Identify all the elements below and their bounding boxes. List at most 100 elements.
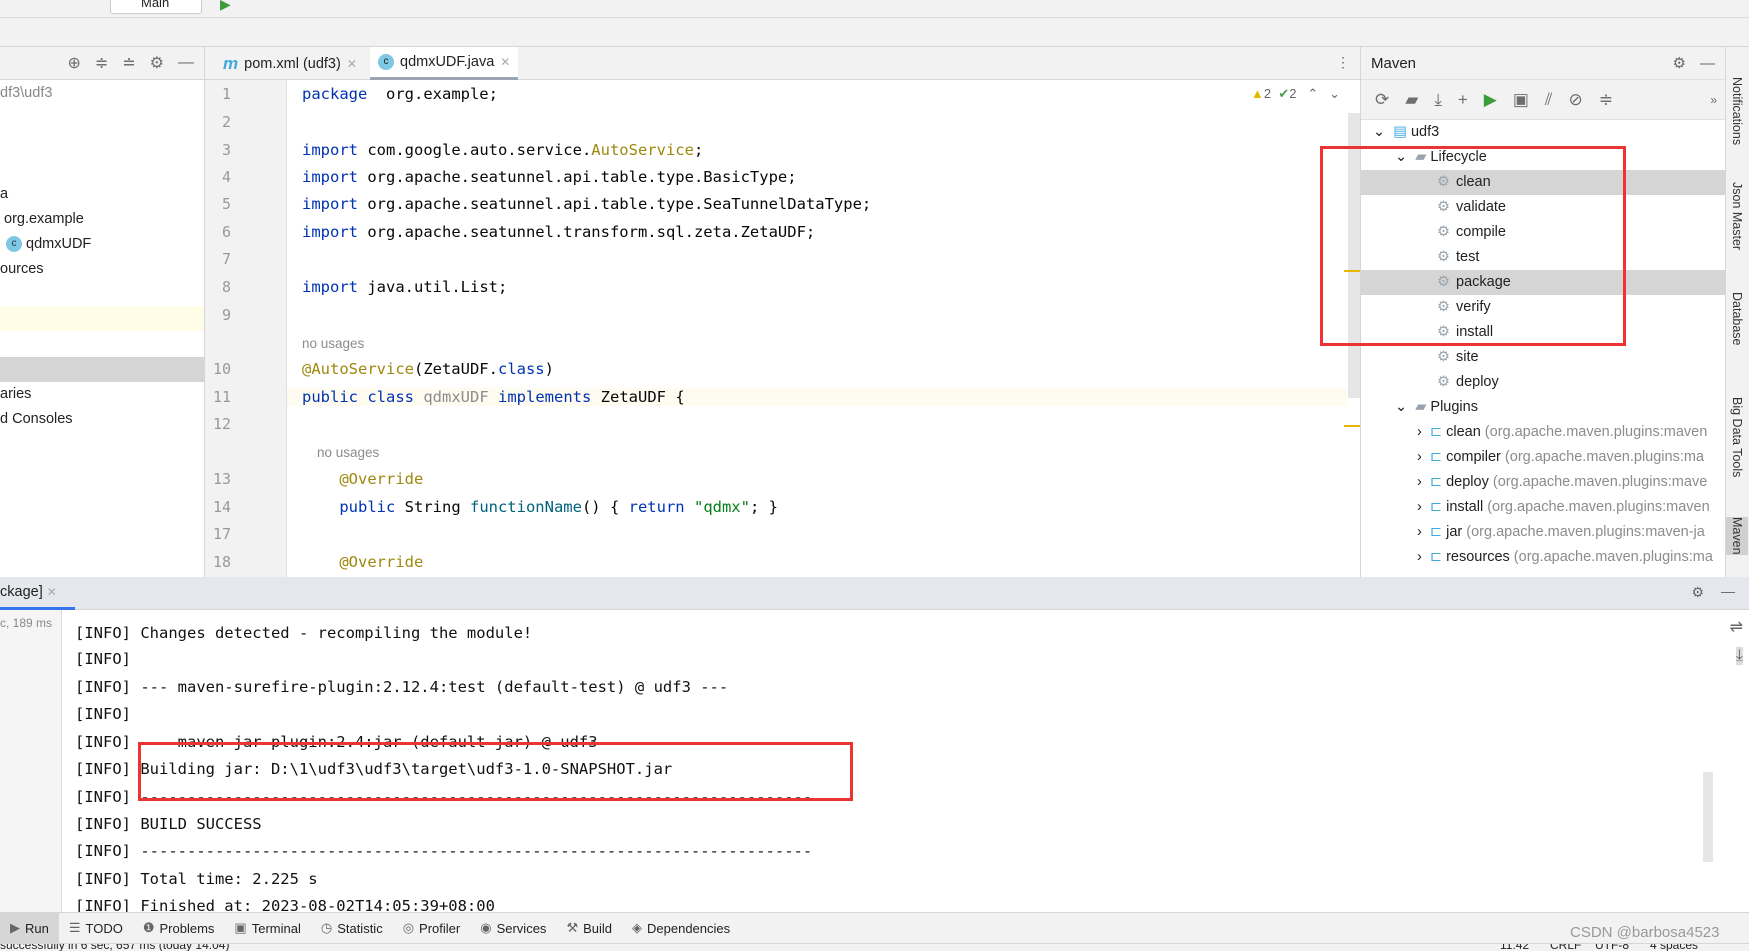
database-tool[interactable]: Database <box>1730 292 1744 346</box>
tree-item-consoles[interactable]: d Consoles <box>0 407 73 432</box>
inspection-widget[interactable]: ▲2 ✔2 ⌃ ⌄ <box>1251 86 1340 102</box>
tab-pom-xml[interactable]: m pom.xml (udf3) ✕ <box>215 47 365 80</box>
lifecycle-goal-site[interactable]: ⚙ site <box>1361 345 1726 370</box>
gear-icon[interactable]: ⚙ <box>1673 54 1686 72</box>
generate-sources-icon[interactable]: ▰ <box>1405 90 1418 110</box>
gear-icon[interactable]: ⚙ <box>1691 584 1704 601</box>
run-icon[interactable]: ▶ <box>1484 90 1497 110</box>
minimize-icon[interactable]: — <box>1700 55 1715 72</box>
ok-count: 2 <box>1289 86 1297 101</box>
warning-marker[interactable] <box>1344 425 1360 427</box>
tool-window-build[interactable]: ⚒ Build <box>556 913 622 944</box>
project-path: df3\udf3 <box>0 85 53 101</box>
notifications-tool[interactable]: Notifications <box>1730 77 1744 145</box>
line-number: 9 <box>221 306 231 324</box>
warning-count: 2 <box>1263 86 1272 101</box>
lifecycle-goal-deploy[interactable]: ⚙ deploy <box>1361 370 1726 395</box>
add-icon[interactable]: + <box>1458 90 1468 110</box>
minimize-icon[interactable]: — <box>1721 583 1735 599</box>
scroll-to-end-icon[interactable]: ⤓ <box>1735 647 1743 665</box>
plugin-deploy[interactable]: › ⊏ deploy (org.apache.maven.plugins:mav… <box>1361 470 1726 495</box>
tree-item-libraries[interactable]: aries <box>0 382 31 407</box>
tab-qdmxudf-java[interactable]: c qdmxUDF.java ✕ <box>370 47 519 80</box>
tool-window-problems[interactable]: ❶ Problems <box>133 913 225 944</box>
tool-window-run[interactable]: ▶ Run <box>0 912 59 944</box>
plugin-install[interactable]: › ⊏ install (org.apache.maven.plugins:ma… <box>1361 495 1726 520</box>
more-icon[interactable]: » <box>1710 93 1717 107</box>
plugin-coord: (org.apache.maven.plugins:maven <box>1487 499 1710 515</box>
tree-item-package[interactable]: org.example <box>4 207 84 232</box>
reload-icon[interactable]: ⟳ <box>1375 90 1389 110</box>
tree-row-selected[interactable] <box>0 357 204 382</box>
download-icon[interactable]: ⤓ <box>1434 90 1442 110</box>
plugin-resources[interactable]: › ⊏ resources (org.apache.maven.plugins:… <box>1361 545 1726 570</box>
chevron-right-icon[interactable]: › <box>1417 499 1422 515</box>
status-message: successfully in 6 sec, 657 ms (today 14:… <box>0 943 230 951</box>
class-icon: c <box>378 54 394 70</box>
collapse-all-icon[interactable]: ≐ <box>122 53 135 73</box>
line-separator[interactable]: CRLF <box>1550 944 1581 951</box>
chevron-down-icon[interactable]: ⌄ <box>1395 399 1407 415</box>
run-icon: ▶ <box>10 920 20 935</box>
locate-icon[interactable]: ⊕ <box>67 53 80 73</box>
run-tab[interactable]: ckage] ✕ <box>0 577 75 610</box>
line-number: 12 <box>212 415 231 433</box>
code-line: no usages <box>302 443 379 461</box>
right-tool-stripe: Notifications Json Master Database Big D… <box>1725 47 1749 577</box>
code-editor[interactable]: 1 2 3 4 5 6 7 8 9 10 11 12 13 14 17 18 package org.exam… <box>205 80 1360 577</box>
chevron-right-icon[interactable]: › <box>1417 424 1422 440</box>
tree-item[interactable]: ources <box>0 257 44 282</box>
tree-item-class[interactable]: c qdmxUDF <box>6 232 91 257</box>
expand-all-icon[interactable]: ≑ <box>95 53 108 73</box>
collapse-icon[interactable]: ≑ <box>1599 90 1613 110</box>
plugin-compiler[interactable]: › ⊏ compiler (org.apache.maven.plugins:m… <box>1361 445 1726 470</box>
chevron-right-icon[interactable]: › <box>1417 524 1422 540</box>
run-tab-label: ckage] <box>0 584 43 600</box>
code-line: public class qdmxUDF implements ZetaUDF … <box>287 388 1347 406</box>
maven-project[interactable]: ⌄ ▤ udf3 <box>1361 120 1726 145</box>
run-config-icon[interactable]: ▣ <box>1513 90 1529 110</box>
console-scrollbar[interactable] <box>1703 772 1713 862</box>
json-master-tool[interactable]: Json Master <box>1730 182 1744 250</box>
gear-icon[interactable]: ⚙ <box>150 53 164 73</box>
chevron-right-icon[interactable]: › <box>1417 449 1422 465</box>
problems-icon: ❶ <box>142 920 155 935</box>
toggle-offline-icon[interactable]: ⫽ <box>1545 90 1553 110</box>
line-number: 3 <box>221 141 231 159</box>
soft-wrap-icon[interactable]: ⇌ <box>1730 617 1743 637</box>
plugin-jar[interactable]: › ⊏ jar (org.apache.maven.plugins:maven-… <box>1361 520 1726 545</box>
run-config-select[interactable]: Main <box>110 0 202 14</box>
run-icon[interactable]: ▶ <box>220 0 231 13</box>
project-panel-toolbar: ⊕ ≑ ≐ ⚙ — <box>0 47 204 80</box>
close-icon[interactable]: ✕ <box>47 585 57 599</box>
plugin-icon: ⊏ <box>1429 499 1443 515</box>
tool-window-profiler[interactable]: ◎ Profiler <box>393 913 471 944</box>
plugin-clean[interactable]: › ⊏ clean (org.apache.maven.plugins:mave… <box>1361 420 1726 445</box>
code-token: qdmxUDF <box>423 388 489 406</box>
indent[interactable]: 4 spaces <box>1650 944 1698 951</box>
code-line: import org.apache.seatunnel.transform.sq… <box>302 223 815 241</box>
tool-window-dependencies[interactable]: ◈ Dependencies <box>622 913 740 944</box>
chevron-down-icon[interactable]: ⌄ <box>1373 124 1385 140</box>
tool-window-terminal[interactable]: ▣ Terminal <box>224 913 310 944</box>
tool-window-services[interactable]: ◉ Services <box>470 913 556 944</box>
code-token: ; } <box>749 498 778 516</box>
plugins-node[interactable]: ⌄ ▰ Plugins <box>1361 395 1726 420</box>
minimize-icon[interactable]: — <box>178 54 194 72</box>
big-data-tools-tool[interactable]: Big Data Tools <box>1730 397 1744 477</box>
plugin-name: jar <box>1446 524 1463 540</box>
more-icon[interactable]: ⋮ <box>1336 54 1350 71</box>
close-icon[interactable]: ✕ <box>347 57 357 71</box>
skip-tests-icon[interactable]: ⊘ <box>1569 90 1583 110</box>
chevron-right-icon[interactable]: › <box>1417 474 1422 490</box>
tool-window-statistic[interactable]: ◷ Statistic <box>311 913 393 944</box>
tool-window-todo[interactable]: ☰ TODO <box>59 913 133 944</box>
maven-tool[interactable]: Maven <box>1726 517 1748 555</box>
caret-position[interactable]: 11:42 <box>1500 944 1529 951</box>
chevron-right-icon[interactable]: › <box>1417 549 1422 565</box>
close-icon[interactable]: ✕ <box>500 55 510 69</box>
line-number: 11 <box>212 388 231 406</box>
services-icon: ◉ <box>480 920 492 935</box>
tree-item[interactable]: a <box>0 182 8 207</box>
encoding[interactable]: UTF-8 <box>1595 944 1629 951</box>
